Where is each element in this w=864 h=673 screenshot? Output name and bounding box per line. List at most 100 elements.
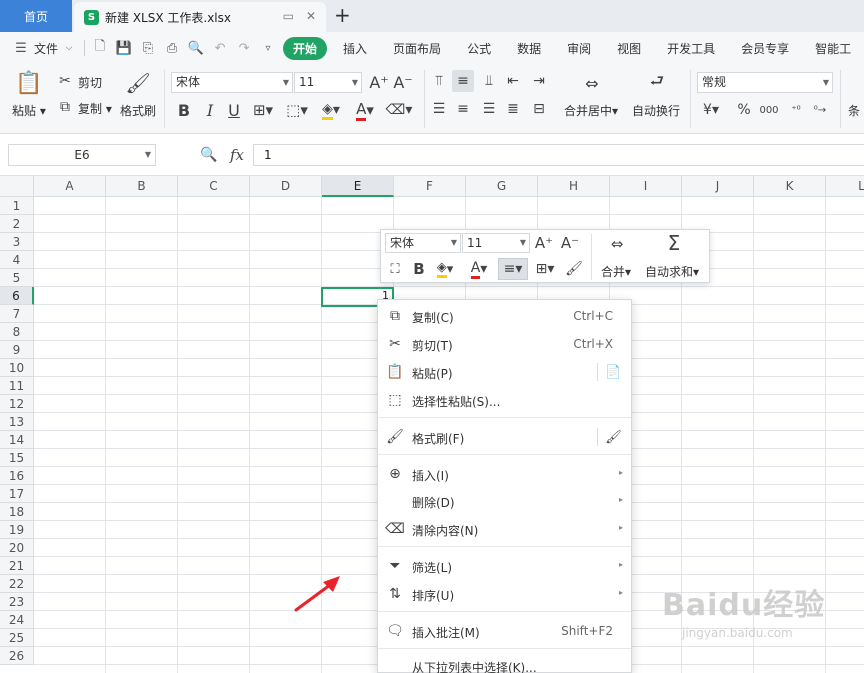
mini-merge-button[interactable]: 合并▾ bbox=[601, 263, 631, 280]
row-header-8[interactable]: 8 bbox=[0, 323, 34, 341]
thousands-separator-icon[interactable]: 000 bbox=[758, 100, 780, 120]
close-tab-icon[interactable]: ✕ bbox=[306, 9, 316, 23]
zoom-search-icon[interactable]: 🔍 bbox=[200, 146, 218, 164]
font-size-select[interactable]: 11 ▼ bbox=[294, 72, 362, 93]
merge-center-icon[interactable]: ⇔ bbox=[578, 72, 606, 94]
name-box[interactable]: E6 ▼ bbox=[8, 144, 156, 166]
home-tab[interactable]: 首页 bbox=[0, 0, 72, 32]
column-header-l[interactable]: L bbox=[826, 176, 864, 197]
column-header-h[interactable]: H bbox=[538, 176, 610, 197]
print-preview-icon[interactable]: 🔍 bbox=[187, 39, 205, 57]
column-header-b[interactable]: B bbox=[106, 176, 178, 197]
font-color-icon[interactable]: A ▾ bbox=[352, 100, 378, 121]
row-header-15[interactable]: 15 bbox=[0, 449, 34, 467]
align-middle-icon[interactable]: ≡ bbox=[452, 70, 474, 92]
mini-align-icon[interactable]: ≡▾ bbox=[498, 258, 528, 280]
mini-decrease-font-icon[interactable]: A⁻ bbox=[561, 233, 579, 253]
font-name-select[interactable]: 宋体 ▼ bbox=[171, 72, 293, 93]
wrap-text-icon[interactable]: ⮐ bbox=[644, 71, 670, 94]
menu-item-insert[interactable]: ⊕ 插入(I) ▸ bbox=[378, 461, 631, 487]
new-file-icon[interactable]: 🗋 bbox=[91, 39, 109, 57]
wrap-text-button[interactable]: 自动换行 bbox=[632, 102, 680, 119]
align-top-icon[interactable]: ⫪ bbox=[430, 72, 448, 90]
row-header-22[interactable]: 22 bbox=[0, 575, 34, 593]
decrease-decimal-icon[interactable]: ⁰→ bbox=[810, 100, 830, 120]
percent-icon[interactable]: % bbox=[734, 100, 754, 120]
row-header-7[interactable]: 7 bbox=[0, 305, 34, 323]
more-options-icon[interactable]: ▿ bbox=[259, 39, 277, 57]
row-header-16[interactable]: 16 bbox=[0, 467, 34, 485]
copy-icon[interactable]: ⧉ bbox=[56, 98, 74, 116]
paste-button[interactable]: 粘贴 ▾ bbox=[12, 102, 46, 119]
export-icon[interactable]: ⎘ bbox=[139, 39, 157, 57]
file-tab[interactable]: S 新建 XLSX 工作表.xlsx ▭ ✕ bbox=[74, 2, 326, 32]
float-window-icon[interactable]: ▭ bbox=[283, 9, 294, 23]
select-all-corner[interactable] bbox=[0, 176, 34, 197]
mini-wrap-icon[interactable]: ⛶ bbox=[386, 260, 404, 278]
align-bottom-icon[interactable]: ⫫ bbox=[480, 72, 498, 90]
column-header-c[interactable]: C bbox=[178, 176, 250, 197]
mini-autosum-button[interactable]: 自动求和▾ bbox=[645, 263, 699, 280]
clear-format-icon[interactable]: ⌫▾ bbox=[386, 100, 413, 120]
cell-style-icon[interactable]: ⬚▾ bbox=[284, 100, 310, 120]
mini-font-color-icon[interactable]: A ▾ bbox=[467, 260, 491, 279]
row-header-11[interactable]: 11 bbox=[0, 377, 34, 395]
hamburger-menu-icon[interactable]: ☰ bbox=[12, 39, 30, 57]
column-header-d[interactable]: D bbox=[250, 176, 322, 197]
distributed-icon[interactable]: ⊟ bbox=[530, 100, 548, 118]
merge-center-button[interactable]: 合并居中▾ bbox=[564, 102, 618, 119]
row-header-21[interactable]: 21 bbox=[0, 557, 34, 575]
tab-smart-tools[interactable]: 智能工 bbox=[815, 40, 851, 57]
menu-item-cut[interactable]: ✂ 剪切(T) Ctrl+X bbox=[378, 331, 631, 357]
tab-page-layout[interactable]: 页面布局 bbox=[393, 40, 441, 57]
tab-start[interactable]: 开始 bbox=[283, 36, 328, 60]
print-icon[interactable]: ⎙ bbox=[163, 39, 181, 57]
border-icon[interactable]: ⊞▾ bbox=[250, 100, 276, 120]
column-header-e[interactable]: E bbox=[322, 176, 394, 197]
row-header-23[interactable]: 23 bbox=[0, 593, 34, 611]
align-right-icon[interactable]: ☰ bbox=[480, 100, 498, 118]
column-header-f[interactable]: F bbox=[394, 176, 466, 197]
file-menu[interactable]: 文件 bbox=[34, 40, 58, 57]
mini-bold-icon[interactable]: B bbox=[411, 260, 427, 278]
menu-item-pick-from-list[interactable]: 从下拉列表中选择(K)... bbox=[378, 653, 631, 673]
mini-merge-icon[interactable]: ⇔ bbox=[606, 234, 628, 254]
formula-input[interactable]: 1 bbox=[253, 144, 864, 166]
row-header-14[interactable]: 14 bbox=[0, 431, 34, 449]
decrease-font-icon[interactable]: A⁻ bbox=[393, 72, 412, 92]
menu-item-copy[interactable]: ⧉ 复制(C) Ctrl+C bbox=[378, 303, 631, 329]
row-header-25[interactable]: 25 bbox=[0, 629, 34, 647]
tab-data[interactable]: 数据 bbox=[517, 40, 541, 57]
fill-color-icon[interactable]: ◈ ▾ bbox=[318, 100, 344, 120]
mini-border-icon[interactable]: ⊞▾ bbox=[533, 260, 557, 278]
row-header-5[interactable]: 5 bbox=[0, 269, 34, 287]
bold-icon[interactable]: B bbox=[176, 100, 192, 120]
increase-decimal-icon[interactable]: ⁺⁰ bbox=[786, 100, 806, 120]
row-header-3[interactable]: 3 bbox=[0, 233, 34, 251]
row-header-20[interactable]: 20 bbox=[0, 539, 34, 557]
tab-member[interactable]: 会员专享 bbox=[741, 40, 789, 57]
menu-item-delete[interactable]: 删除(D) ▸ bbox=[378, 488, 631, 514]
conditional-format-button[interactable]: 条 bbox=[848, 102, 860, 119]
format-painter-icon[interactable]: 🖌 bbox=[125, 70, 150, 96]
tab-view[interactable]: 视图 bbox=[617, 40, 641, 57]
underline-icon[interactable]: U bbox=[226, 100, 242, 120]
column-header-k[interactable]: K bbox=[754, 176, 826, 197]
increase-indent-icon[interactable]: ⇥ bbox=[530, 72, 548, 90]
row-header-1[interactable]: 1 bbox=[0, 197, 34, 215]
mini-font-size-select[interactable]: 11 ▼ bbox=[462, 233, 530, 253]
paste-values-icon[interactable]: 📄 bbox=[597, 363, 623, 381]
column-header-a[interactable]: A bbox=[34, 176, 106, 197]
mini-increase-font-icon[interactable]: A⁺ bbox=[535, 233, 553, 253]
row-header-6[interactable]: 6 bbox=[0, 287, 34, 305]
column-header-g[interactable]: G bbox=[466, 176, 538, 197]
cut-button[interactable]: 剪切 bbox=[78, 74, 102, 91]
menu-item-paste-special[interactable]: ⬚ 选择性粘贴(S)... bbox=[378, 387, 631, 413]
paste-icon[interactable]: 📋 bbox=[15, 70, 42, 96]
copy-button[interactable]: 复制 ▾ bbox=[78, 100, 112, 117]
increase-font-icon[interactable]: A⁺ bbox=[369, 72, 388, 92]
currency-icon[interactable]: ¥ ▾ bbox=[700, 100, 722, 120]
save-icon[interactable]: 💾 bbox=[115, 39, 133, 57]
row-header-2[interactable]: 2 bbox=[0, 215, 34, 233]
menu-item-filter[interactable]: ⏷ 筛选(L) ▸ bbox=[378, 553, 631, 579]
